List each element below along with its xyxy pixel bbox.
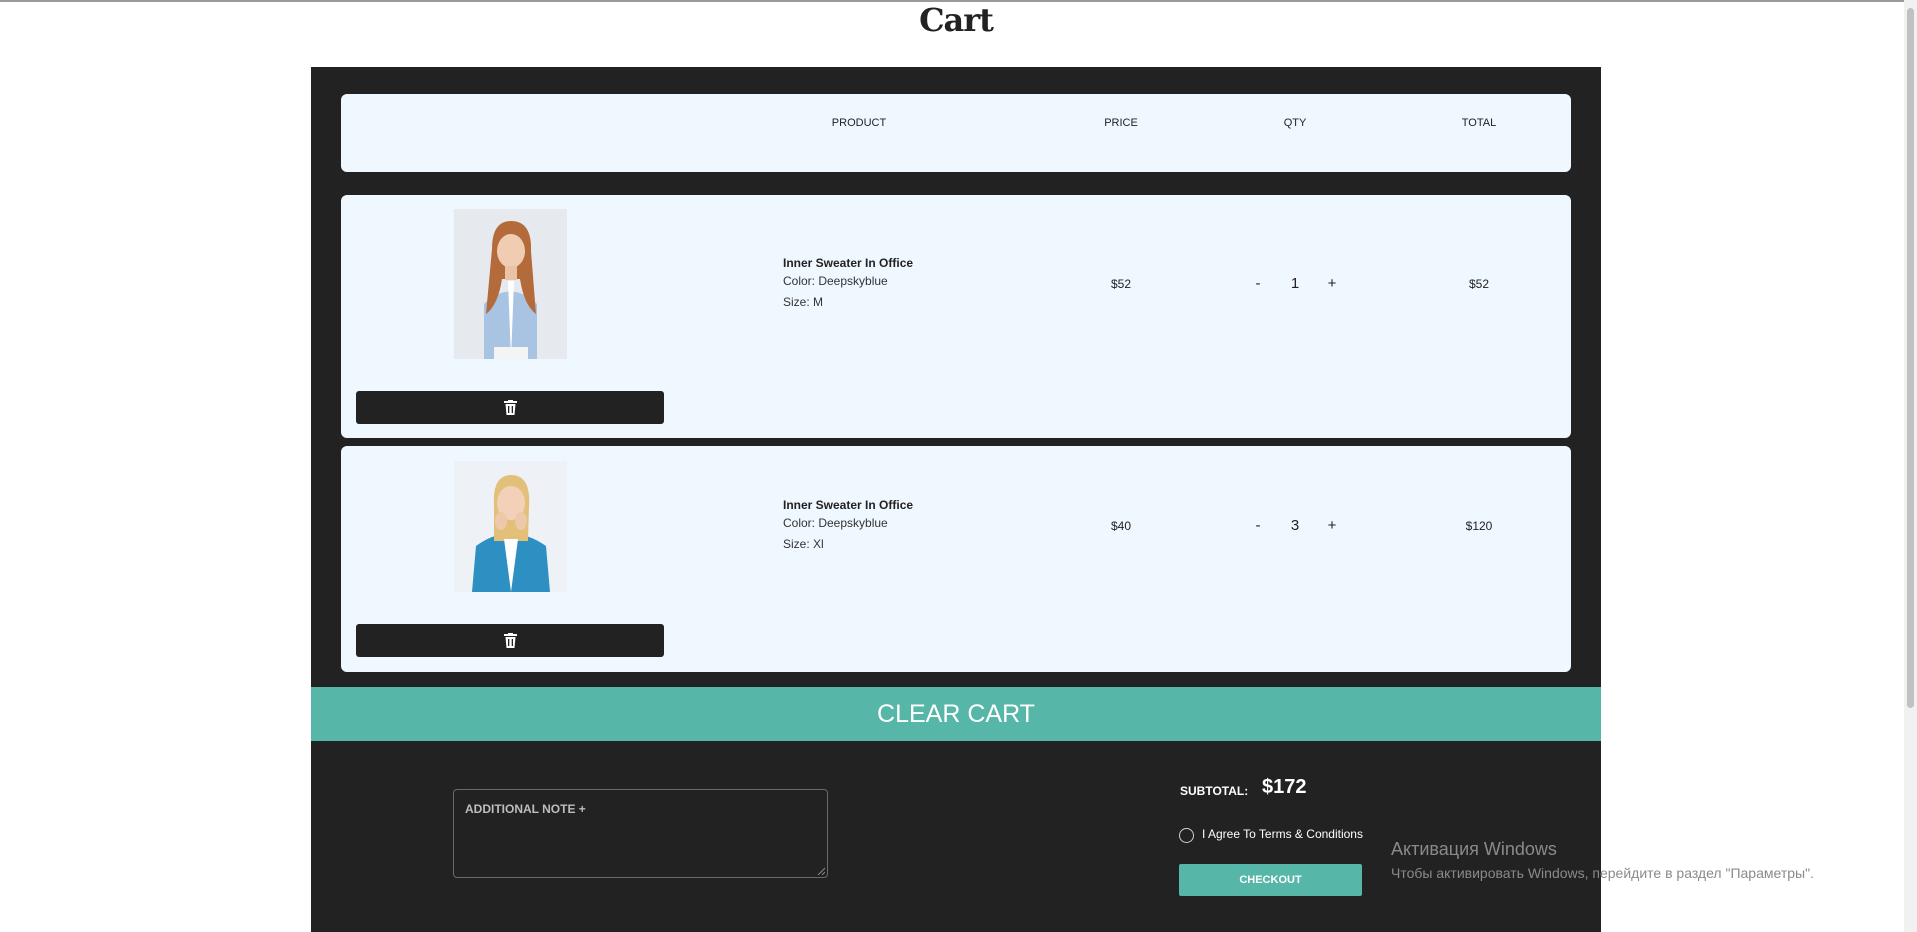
item-total: $120 (1465, 519, 1493, 533)
item-name: Inner Sweater In Office (783, 256, 914, 270)
clear-cart-button[interactable]: CLEAR CART (311, 687, 1601, 741)
page-title: Cart (919, 1, 994, 39)
page-scrollbar[interactable] (1904, 0, 1917, 932)
item-size: Size: Xl (783, 537, 824, 551)
decrease-qty-button[interactable]: - (1251, 275, 1265, 292)
decrease-qty-button[interactable]: - (1251, 517, 1265, 534)
column-header-total: TOTAL (1461, 117, 1497, 129)
item-details: Inner Sweater In Office Color: Deepskybl… (783, 255, 913, 313)
trash-icon (503, 400, 517, 415)
subtotal-value: $172 (1262, 776, 1307, 798)
delete-item-button[interactable] (356, 391, 664, 424)
item-name: Inner Sweater In Office (783, 498, 914, 512)
windows-activation-title: Активация Windows (1391, 839, 1557, 859)
resize-grip-icon[interactable] (817, 867, 825, 875)
column-header-qty: QTY (1283, 117, 1307, 129)
cart-table-header: PRODUCT PRICE QTY TOTAL (341, 94, 1571, 172)
windows-activation-subtitle: Чтобы активировать Windows, перейдите в … (1391, 865, 1814, 881)
woman-denim-shirt-photo (454, 461, 567, 592)
column-header-product: PRODUCT (831, 117, 887, 129)
item-price: $40 (1110, 519, 1132, 533)
scrollbar-thumb[interactable] (1907, 8, 1914, 708)
item-total: $52 (1468, 277, 1490, 291)
qty-value: 3 (1290, 517, 1300, 534)
column-header-price: PRICE (1104, 117, 1138, 129)
woman-blue-shirt-photo (454, 209, 567, 359)
cart-item: Inner Sweater In Office Color: Deepskybl… (341, 446, 1571, 672)
quantity-stepper: - 3 + (1251, 517, 1339, 534)
item-details: Inner Sweater In Office Color: Deepskybl… (783, 497, 913, 555)
additional-note-textarea[interactable]: ADDITIONAL NOTE + (453, 789, 828, 878)
subtotal-label: SUBTOTAL: (1180, 784, 1249, 798)
item-price: $52 (1110, 277, 1132, 291)
note-placeholder: ADDITIONAL NOTE + (465, 802, 586, 816)
agree-terms-label[interactable]: I Agree To Terms & Conditions (1202, 827, 1363, 841)
cart-item: Inner Sweater In Office Color: Deepskybl… (341, 195, 1571, 438)
trash-icon (503, 633, 517, 648)
increase-qty-button[interactable]: + (1325, 275, 1339, 292)
qty-value: 1 (1290, 275, 1300, 292)
item-size: Size: M (783, 295, 824, 309)
quantity-stepper: - 1 + (1251, 275, 1339, 292)
increase-qty-button[interactable]: + (1325, 517, 1339, 534)
item-color: Color: Deepskyblue (783, 516, 888, 530)
checkout-button[interactable]: CHECKOUT (1179, 864, 1362, 896)
agree-terms-radio[interactable] (1179, 828, 1194, 843)
item-color: Color: Deepskyblue (783, 274, 888, 288)
delete-item-button[interactable] (356, 624, 664, 657)
